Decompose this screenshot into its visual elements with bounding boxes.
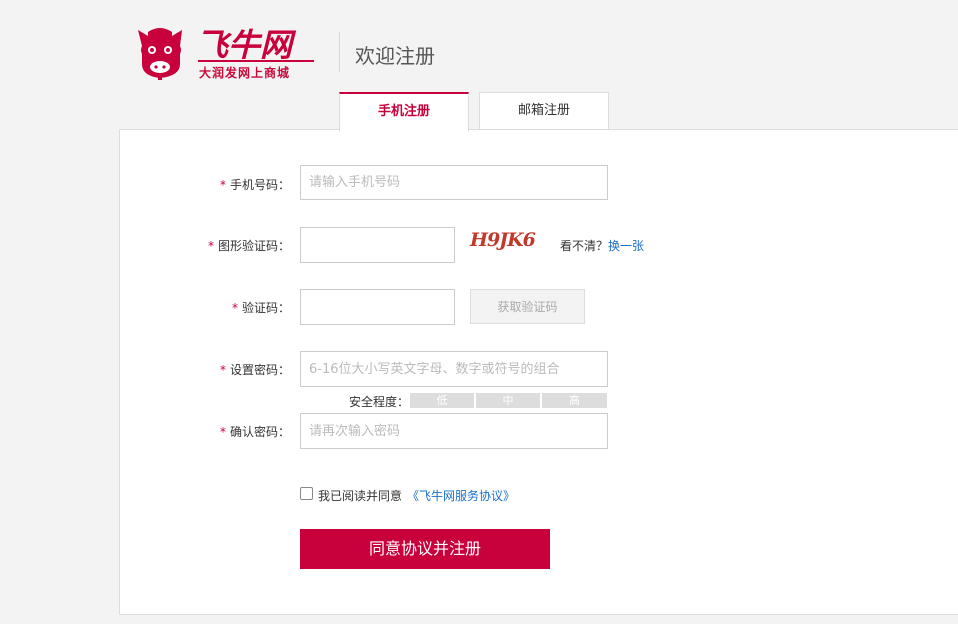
confirm-password-input[interactable] — [300, 413, 608, 449]
password-input[interactable] — [300, 351, 608, 387]
required-star: * — [219, 178, 226, 192]
phone-label: * 手机号码： — [110, 176, 290, 193]
sms-code-label-text: 验证码： — [241, 301, 290, 315]
strength-label: 安全程度： — [349, 395, 410, 409]
header-divider — [339, 32, 340, 72]
captcha-label: * 图形验证码： — [110, 237, 290, 254]
confirm-password-label-text: 确认密码： — [229, 425, 290, 439]
agree-checkbox[interactable] — [300, 487, 313, 500]
password-label-text: 设置密码： — [229, 363, 290, 377]
captcha-label-text: 图形验证码： — [217, 239, 290, 253]
get-sms-code-button[interactable]: 获取验证码 — [470, 289, 585, 324]
strength-high: 高 — [542, 393, 607, 408]
captcha-input[interactable] — [300, 227, 455, 263]
captcha-refresh-link[interactable]: 换一张 — [608, 237, 644, 254]
page-title: 欢迎注册 — [355, 44, 435, 68]
strength-low: 低 — [410, 393, 474, 408]
phone-input[interactable] — [300, 165, 608, 200]
sms-code-label: * 验证码： — [110, 299, 290, 316]
password-label: * 设置密码： — [110, 361, 290, 378]
tab-phone-register[interactable]: 手机注册 — [339, 92, 469, 132]
phone-label-text: 手机号码： — [229, 178, 290, 192]
agree-and-register-button[interactable]: 同意协议并注册 — [300, 529, 550, 569]
sms-code-input[interactable] — [300, 289, 455, 325]
confirm-password-label: * 确认密码： — [110, 423, 290, 440]
brand-tagline: 大润发网上商城 — [199, 66, 291, 80]
required-star: * — [219, 425, 226, 439]
service-agreement-link[interactable]: 《飞牛网服务协议》 — [407, 487, 515, 504]
agree-text: 我已阅读并同意 — [318, 489, 403, 503]
captcha-image[interactable]: H9JK6 — [470, 229, 536, 253]
captcha-unclear-text: 看不清？ — [560, 239, 609, 253]
required-star: * — [231, 301, 238, 315]
svg-text:飞牛网: 飞牛网 — [196, 26, 297, 64]
strength-medium: 中 — [476, 393, 540, 408]
tab-email-register[interactable]: 邮箱注册 — [479, 92, 609, 130]
required-star: * — [207, 239, 214, 253]
feiniu-logo[interactable]: 飞牛网 大润发网上商城 — [136, 20, 322, 82]
required-star: * — [219, 363, 226, 377]
